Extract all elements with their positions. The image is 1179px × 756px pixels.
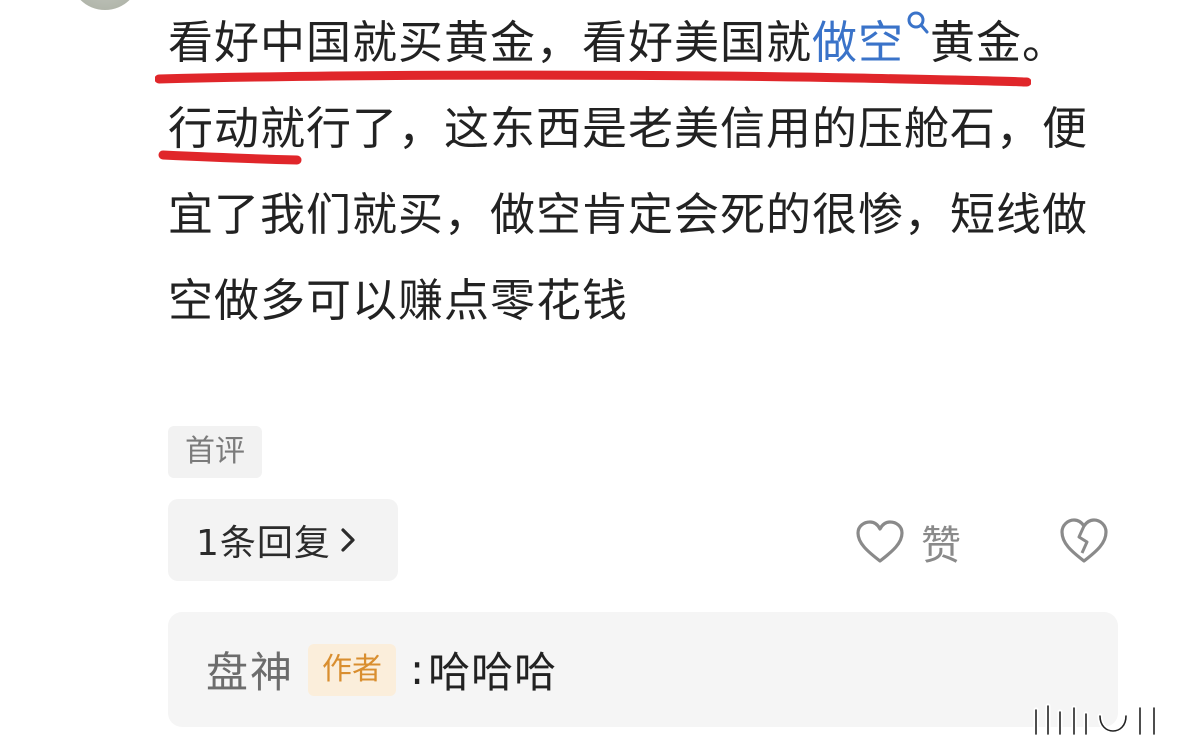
- heart-icon: [855, 519, 905, 565]
- reply-author-name[interactable]: 盘神: [206, 639, 294, 700]
- first-comment-badge: 首评: [168, 426, 262, 478]
- search-icon[interactable]: [906, 10, 930, 38]
- dislike-button[interactable]: [1058, 515, 1110, 567]
- comment-text: 看好中国就买黄金，看好美国就做空 黄金。行动就行了，这东西是老美信用的压舱石，便宜…: [168, 0, 1098, 344]
- reply-preview[interactable]: 盘神 作者 : 哈哈哈: [168, 612, 1118, 727]
- like-label: 赞: [921, 523, 961, 569]
- red-underline-annotation: [155, 70, 1031, 87]
- reply-count-label: 1条回复: [196, 523, 331, 564]
- reply-text: 哈哈哈: [428, 648, 558, 697]
- red-underline-annotation: [158, 150, 302, 165]
- like-button[interactable]: 赞: [855, 512, 961, 572]
- reply-separator: :: [410, 645, 425, 694]
- chevron-right-icon: [339, 526, 357, 554]
- avatar[interactable]: [70, 0, 140, 10]
- broken-heart-icon: [1060, 518, 1108, 563]
- author-badge: 作者: [308, 643, 397, 696]
- search-link-short-gold[interactable]: 做空: [812, 16, 904, 69]
- comment-text-part-1: 看好中国就买黄金，看好美国就: [168, 16, 813, 69]
- watermark-logo: [1033, 703, 1157, 737]
- view-replies-button[interactable]: 1条回复: [168, 499, 398, 581]
